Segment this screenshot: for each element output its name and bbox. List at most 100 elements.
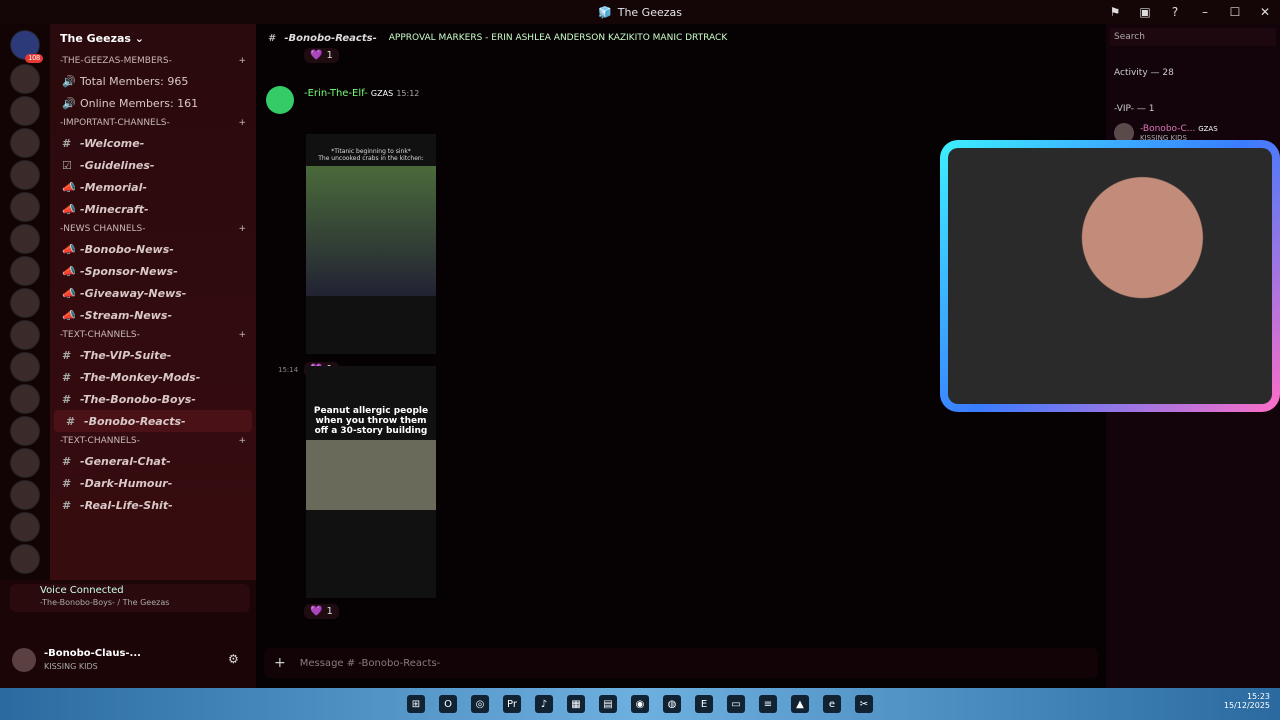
channel-item[interactable]: # -The-Monkey-Mods- [50, 366, 256, 388]
maximize-icon[interactable]: ☐ [1220, 5, 1250, 19]
server-icon[interactable] [10, 416, 40, 446]
channel-title: -Bonobo-Reacts- [284, 32, 377, 44]
server-icon[interactable] [10, 192, 40, 222]
server-icon[interactable] [10, 160, 40, 190]
server-icon[interactable] [10, 352, 40, 382]
channel-item[interactable]: # -Dark-Humour- [50, 472, 256, 494]
hash-icon: # [268, 32, 277, 44]
server-icon[interactable] [10, 64, 40, 94]
category-label: -IMPORTANT-CHANNELS- [60, 118, 170, 128]
channel-category[interactable]: -TEXT-CHANNELS- + [50, 326, 256, 344]
minimize-icon[interactable]: – [1190, 5, 1220, 19]
reaction[interactable]: 💜 1 [304, 48, 339, 63]
channel-category[interactable]: -IMPORTANT-CHANNELS- + [50, 114, 256, 132]
channel-item[interactable]: 📣 -Bonobo-News- [50, 238, 256, 260]
channel-label: -General-Chat- [80, 454, 171, 468]
channel-category[interactable]: -NEWS CHANNELS- + [50, 220, 256, 238]
avatar[interactable] [266, 86, 294, 114]
channel-icon: # [62, 136, 72, 150]
thumbnail [306, 166, 436, 296]
opera-icon[interactable]: O [439, 695, 457, 713]
server-icon[interactable] [10, 224, 40, 254]
close-icon[interactable]: ✕ [1250, 5, 1280, 19]
server-icon[interactable] [10, 320, 40, 350]
server-icon[interactable] [10, 288, 40, 318]
server-icon[interactable] [10, 96, 40, 126]
help-icon[interactable]: ? [1160, 5, 1190, 19]
discord-icon[interactable]: ◎ [471, 695, 489, 713]
edge-icon[interactable]: e [823, 695, 841, 713]
channel-item[interactable]: 📣 -Giveaway-News- [50, 282, 256, 304]
origin-icon[interactable]: ◍ [663, 695, 681, 713]
channel-item[interactable]: # -The-VIP-Suite- [50, 344, 256, 366]
plus-icon[interactable]: + [238, 224, 246, 234]
settings-icon[interactable]: ⚙ [228, 652, 239, 666]
spotify-icon[interactable]: ♪ [535, 695, 553, 713]
premiere-icon[interactable]: Pr [503, 695, 521, 713]
channel-label: -Memorial- [80, 180, 147, 194]
add-icon[interactable]: + [274, 655, 286, 671]
channel-item[interactable]: 📣 -Minecraft- [50, 198, 256, 220]
channel-item[interactable]: # -The-Bonobo-Boys- [50, 388, 256, 410]
home-icon[interactable]: 108 [10, 30, 43, 63]
server-name-label: The Geezas [60, 31, 131, 45]
steam-icon[interactable]: ◉ [631, 695, 649, 713]
message-input[interactable]: + Message # -Bonobo-Reacts- [264, 648, 1098, 678]
clock[interactable]: 15:23 15/12/2025 [1224, 692, 1270, 710]
input-placeholder: Message # -Bonobo-Reacts- [299, 657, 441, 669]
server-icon[interactable] [10, 128, 40, 158]
app-icon[interactable]: ▤ [599, 695, 617, 713]
channel-icon: 📣 [62, 242, 76, 256]
channel-item[interactable]: ☑ -Guidelines- [50, 154, 256, 176]
channel-item[interactable]: 📣 -Memorial- [50, 176, 256, 198]
channel-label: -Giveaway-News- [80, 286, 187, 300]
channel-item[interactable]: # -Bonobo-Reacts- [54, 410, 252, 432]
channel-item[interactable]: 🔊 Online Members: 161 [50, 92, 256, 114]
channel-label: -Stream-News- [80, 308, 173, 322]
server-name[interactable]: The Geezas ⌄ [50, 24, 256, 52]
channel-item[interactable]: 📣 -Stream-News- [50, 304, 256, 326]
epic-icon[interactable]: E [695, 695, 713, 713]
windows-icon[interactable]: ⊞ [407, 695, 425, 713]
channel-icon: 📣 [62, 264, 76, 278]
plus-icon[interactable]: + [238, 56, 246, 66]
voice-channel: -The-Bonobo-Boys- / The Geezas [40, 598, 170, 607]
channel-item[interactable]: 📣 -Sponsor-News- [50, 260, 256, 282]
server-icon[interactable] [10, 448, 40, 478]
channel-icon: # [62, 370, 72, 384]
server-icon[interactable] [10, 256, 40, 286]
plus-icon[interactable]: + [238, 436, 246, 446]
screen-icon[interactable]: ▣ [1130, 5, 1160, 19]
server-icon[interactable] [10, 544, 40, 574]
channel-label: -The-Monkey-Mods- [80, 370, 201, 384]
avatar[interactable] [12, 648, 36, 672]
video-embed[interactable]: *Titanic beginning to sink* The uncooked… [306, 134, 436, 354]
channel-item[interactable]: # -Real-Life-Shit- [50, 494, 256, 516]
plus-icon[interactable]: + [238, 118, 246, 128]
server-icon[interactable] [10, 384, 40, 414]
plus-icon[interactable]: + [238, 330, 246, 340]
reaction[interactable]: 💜 1 [304, 604, 339, 619]
category-label: -NEWS CHANNELS- [60, 224, 146, 234]
channel-category[interactable]: -THE-GEEZAS-MEMBERS- + [50, 52, 256, 70]
channel-item[interactable]: 🔊 Total Members: 965 [50, 70, 256, 92]
folder-icon[interactable]: ▭ [727, 695, 745, 713]
video-embed[interactable]: Peanut allergic people when you throw th… [306, 366, 436, 598]
server-icon[interactable] [10, 480, 40, 510]
server-icon[interactable] [10, 512, 40, 542]
photos-icon[interactable]: ▲ [791, 695, 809, 713]
channel-item[interactable]: # -Welcome- [50, 132, 256, 154]
channel-icon: ☑ [62, 158, 72, 172]
message-author[interactable]: -Erin-The-Elf- GZAS 15:12 [304, 88, 419, 99]
notepad-icon[interactable]: ≡ [759, 695, 777, 713]
channel-label: Online Members: 161 [80, 96, 199, 110]
member-name: -Bonobo-C... [1140, 124, 1196, 134]
app-icon: 🧊 [598, 5, 612, 19]
channel-category[interactable]: -TEXT-CHANNELS- + [50, 432, 256, 450]
inbox-icon[interactable]: ⚑ [1100, 5, 1130, 19]
caption: The uncooked crabs in the kitchen: [318, 155, 424, 162]
search-input[interactable]: Search [1110, 28, 1276, 46]
channel-item[interactable]: # -General-Chat- [50, 450, 256, 472]
capcut-icon[interactable]: ✂ [855, 695, 873, 713]
nvidia-icon[interactable]: ▦ [567, 695, 585, 713]
